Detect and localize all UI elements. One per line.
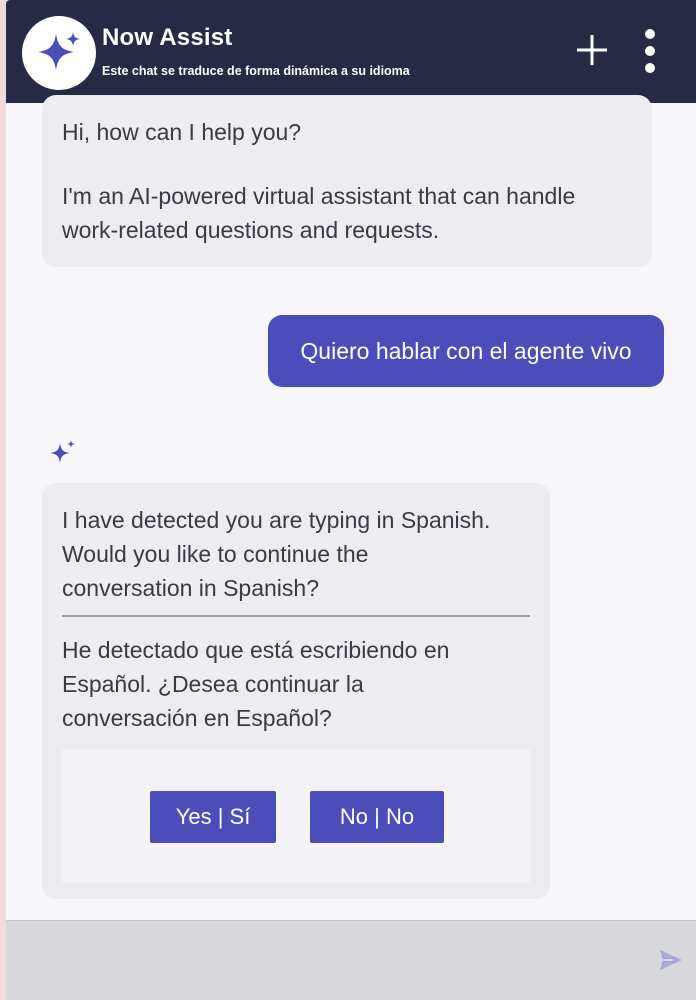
more-options-button[interactable]: [636, 26, 664, 76]
bot-message-language-detect: I have detected you are typing in Spanis…: [42, 483, 550, 899]
user-message: Quiero hablar con el agente vivo: [268, 315, 664, 387]
detect-es-line3: conversación en Español?: [62, 705, 332, 731]
send-button[interactable]: [654, 943, 688, 977]
header-title: Now Assist: [102, 24, 233, 51]
assistant-avatar: [22, 16, 96, 90]
greeting-text: Hi, how can I help you?: [62, 119, 302, 145]
assistant-sparkle-icon: [50, 440, 75, 463]
message-list: Hi, how can I help you? I'm an AI-powere…: [6, 95, 696, 920]
composer: [6, 920, 696, 1000]
chat-header: Now Assist Este chat se traduce de forma…: [6, 0, 696, 103]
no-button[interactable]: No | No: [310, 791, 444, 843]
detect-en-line1: I have detected you are typing in Spanis…: [62, 507, 491, 533]
sparkle-icon: [38, 32, 80, 70]
choice-panel: Yes | Sí No | No: [62, 749, 530, 883]
message-divider: [62, 615, 530, 617]
intro-text-line1: I'm an AI-powered virtual assistant that…: [62, 183, 576, 209]
intro-text-line2: work-related questions and requests.: [62, 217, 440, 243]
plus-icon: [577, 35, 607, 65]
detect-en-line2: Would you like to continue the: [62, 541, 369, 567]
detect-es-line2: Español. ¿Desea continuar la: [62, 671, 364, 697]
detect-es-line1: He detectado que está escribiendo en: [62, 637, 450, 663]
yes-button[interactable]: Yes | Sí: [150, 791, 276, 843]
bot-message-greeting: Hi, how can I help you? I'm an AI-powere…: [42, 95, 652, 267]
message-input[interactable]: [6, 921, 626, 1000]
header-subtitle: Este chat se traduce de forma dinámica a…: [102, 64, 410, 78]
chat-window: Now Assist Este chat se traduce de forma…: [6, 0, 696, 1000]
user-message-text: Quiero hablar con el agente vivo: [300, 337, 632, 364]
detect-en-line3: conversation in Spanish?: [62, 575, 319, 601]
more-vertical-icon: [645, 29, 655, 73]
new-chat-button[interactable]: [572, 30, 612, 70]
send-icon: [660, 950, 682, 970]
